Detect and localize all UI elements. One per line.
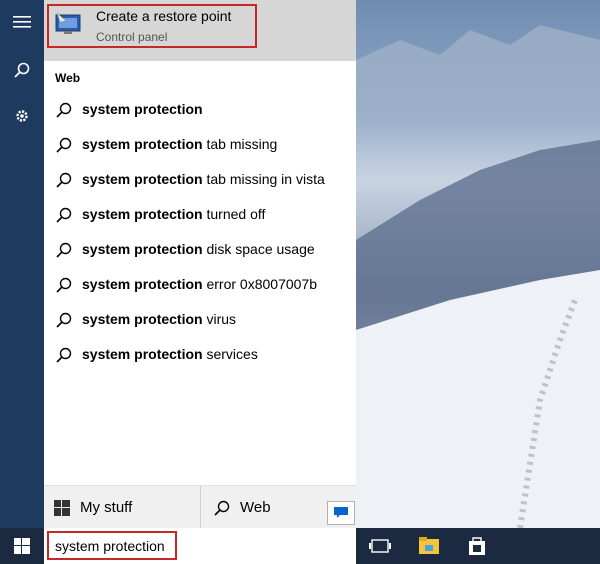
chat-bubble-icon	[334, 507, 348, 518]
hamburger-menu-button[interactable]	[0, 2, 44, 42]
tab-web-label: Web	[240, 499, 271, 516]
web-result-text: system protection tab missing	[82, 136, 278, 152]
search-icon	[56, 172, 72, 188]
web-result-text: system protection error 0x8007007b	[82, 276, 318, 292]
search-input[interactable]	[47, 531, 177, 560]
web-result-item[interactable]: system protection tab missing in vista	[44, 163, 356, 198]
system-restore-icon	[55, 12, 81, 34]
search-icon	[56, 207, 72, 223]
web-result-item[interactable]: system protection turned off	[44, 198, 356, 233]
web-result-item[interactable]: system protection tab missing	[44, 128, 356, 163]
start-menu-rail	[0, 0, 44, 528]
start-button[interactable]	[0, 528, 44, 564]
gear-icon	[16, 110, 28, 122]
search-icon	[56, 102, 72, 118]
search-icon	[14, 62, 30, 78]
search-icon	[56, 347, 72, 363]
taskbar-search-box	[44, 528, 356, 564]
tab-my-stuff-label: My stuff	[80, 499, 133, 516]
search-results-panel: Create a restore point Control panel Web…	[44, 0, 356, 529]
store-icon[interactable]	[466, 535, 488, 557]
search-rail-button[interactable]	[0, 50, 44, 90]
web-result-item[interactable]: system protection disk space usage	[44, 233, 356, 268]
web-result-item[interactable]: system protection error 0x8007007b	[44, 268, 356, 303]
web-result-item[interactable]: system protection	[44, 93, 356, 128]
web-section-header: Web	[55, 71, 81, 85]
windows-logo-icon	[14, 538, 30, 554]
best-match-subtitle: Control panel	[96, 30, 168, 44]
best-match-result[interactable]: Create a restore point Control panel	[44, 0, 356, 61]
web-result-text: system protection tab missing in vista	[82, 171, 325, 187]
web-result-text: system protection	[82, 101, 203, 117]
tab-my-stuff[interactable]: My stuff	[54, 486, 132, 529]
windows-logo-icon	[54, 499, 70, 516]
web-result-text: system protection virus	[82, 311, 237, 327]
settings-rail-button[interactable]	[0, 96, 44, 136]
search-icon	[56, 277, 72, 293]
web-result-text: system protection disk space usage	[82, 241, 315, 257]
task-view-icon[interactable]	[369, 535, 391, 557]
search-icon	[56, 242, 72, 258]
tab-web[interactable]: Web	[214, 486, 271, 529]
tab-divider	[200, 486, 201, 529]
web-result-item[interactable]: system protection services	[44, 338, 356, 373]
web-result-item[interactable]: system protection virus	[44, 303, 356, 338]
taskbar	[0, 528, 600, 564]
web-result-text: system protection services	[82, 346, 258, 362]
web-result-text: system protection turned off	[82, 206, 266, 222]
hamburger-menu-icon	[13, 16, 31, 28]
file-explorer-icon[interactable]	[418, 535, 440, 557]
search-icon	[56, 312, 72, 328]
search-icon	[214, 500, 230, 516]
best-match-title: Create a restore point	[96, 8, 232, 24]
search-icon	[56, 137, 72, 153]
feedback-button[interactable]	[327, 501, 355, 525]
search-scope-bar: My stuff Web	[44, 485, 356, 529]
